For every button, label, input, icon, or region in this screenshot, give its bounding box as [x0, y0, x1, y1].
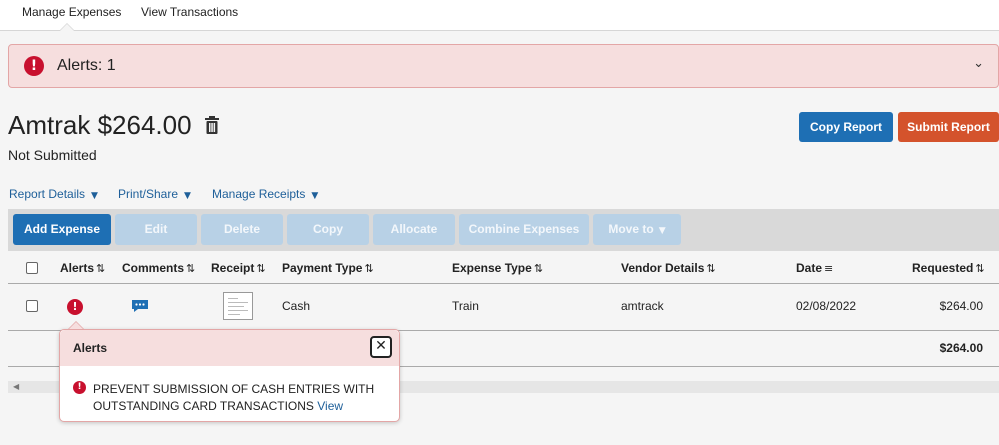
- header-label: Requested: [912, 261, 974, 275]
- expense-toolbar: Add Expense Edit Delete Copy Allocate Co…: [8, 209, 999, 251]
- chevron-down-icon: ▼: [311, 191, 319, 201]
- header-label: Date: [796, 261, 823, 275]
- tab-view-transactions[interactable]: View Transactions: [141, 5, 238, 19]
- comment-icon[interactable]: [131, 299, 149, 313]
- move-to-button[interactable]: Move to ▼: [593, 214, 681, 245]
- edit-button[interactable]: Edit: [115, 214, 197, 245]
- alerts-banner[interactable]: ! Alerts: 1 ⌄: [8, 44, 999, 88]
- alert-icon: !: [24, 56, 44, 76]
- report-title: Amtrak $264.00: [8, 110, 192, 140]
- sort-icon: ⇅: [533, 262, 544, 275]
- cell-vendor: amtrack: [621, 299, 664, 313]
- manage-receipts-label: Manage Receipts: [212, 187, 306, 201]
- popover-pointer: [68, 321, 84, 329]
- header-expense-type[interactable]: Expense Type ⇅: [452, 261, 543, 275]
- view-alert-link[interactable]: View: [317, 399, 343, 413]
- alerts-popover: Alerts ✕ ! PREVENT SUBMISSION OF CASH EN…: [59, 321, 400, 422]
- cell-expense-type: Train: [452, 299, 479, 313]
- move-to-label: Move to: [608, 222, 654, 236]
- receipt-icon[interactable]: [223, 292, 253, 320]
- cell-payment-type: Cash: [282, 299, 311, 313]
- delete-button[interactable]: Delete: [201, 214, 283, 245]
- chevron-down-icon: ▼: [91, 191, 98, 201]
- header-label: Vendor Details: [621, 261, 705, 275]
- alerts-count: Alerts: 1: [57, 57, 116, 74]
- header-receipt[interactable]: Receipt ⇅: [211, 261, 266, 275]
- header-label: Receipt: [211, 261, 255, 275]
- sort-icon: ⇅: [706, 262, 716, 275]
- sort-icon: ⇅: [96, 262, 106, 275]
- sort-icon: ⇅: [186, 262, 196, 275]
- cell-date: 02/08/2022: [796, 299, 857, 313]
- header-payment-type[interactable]: Payment Type ⇅: [282, 261, 374, 275]
- sort-icon: ⇅: [256, 262, 266, 275]
- chevron-down-icon: ▼: [184, 191, 191, 201]
- submit-report-button[interactable]: Submit Report: [898, 112, 999, 142]
- report-details-label: Report Details: [9, 187, 86, 201]
- chevron-down-icon: ▼: [658, 226, 666, 236]
- row-checkbox[interactable]: [26, 300, 38, 312]
- manage-receipts-menu[interactable]: Manage Receipts ▼: [212, 187, 318, 201]
- header-label: Comments: [122, 261, 185, 275]
- header-alerts[interactable]: Alerts ⇅: [60, 261, 105, 275]
- sort-icon: ⇅: [364, 262, 374, 275]
- select-all-checkbox[interactable]: [26, 262, 38, 274]
- cell-requested: $264.00: [939, 299, 983, 313]
- header-date[interactable]: Date ≡: [796, 261, 833, 275]
- sort-icon: ⇅: [975, 262, 985, 275]
- close-icon[interactable]: ✕: [370, 336, 392, 358]
- header-divider: [8, 283, 999, 284]
- chevron-down-icon[interactable]: ⌄: [973, 56, 984, 71]
- header-vendor-details[interactable]: Vendor Details ⇅: [621, 261, 716, 275]
- row-alert-icon[interactable]: !: [67, 299, 83, 315]
- top-nav: Manage Expenses View Transactions: [0, 0, 999, 31]
- header-label: Expense Type: [452, 261, 532, 275]
- popover-header: Alerts ✕: [60, 330, 399, 366]
- sort-icon: ≡: [824, 262, 834, 275]
- header-label: Payment Type: [282, 261, 363, 275]
- trash-icon[interactable]: [204, 115, 220, 135]
- allocate-button[interactable]: Allocate: [373, 214, 455, 245]
- add-expense-button[interactable]: Add Expense: [13, 214, 111, 245]
- copy-report-button[interactable]: Copy Report: [799, 112, 893, 142]
- scroll-left-icon[interactable]: ◀: [13, 381, 19, 393]
- combine-expenses-button[interactable]: Combine Expenses: [459, 214, 589, 245]
- report-status: Not Submitted: [8, 147, 97, 163]
- tab-manage-expenses[interactable]: Manage Expenses: [22, 5, 121, 19]
- print-share-menu[interactable]: Print/Share ▼: [118, 187, 191, 201]
- total-amount: $264.00: [939, 341, 983, 355]
- report-details-menu[interactable]: Report Details ▼: [9, 187, 98, 201]
- print-share-label: Print/Share: [118, 187, 179, 201]
- alert-icon: !: [73, 381, 86, 394]
- active-tab-indicator: [59, 23, 75, 31]
- copy-button[interactable]: Copy: [287, 214, 369, 245]
- header-comments[interactable]: Comments ⇅: [122, 261, 195, 275]
- alert-message: PREVENT SUBMISSION OF CASH ENTRIES WITH …: [93, 381, 388, 415]
- header-requested[interactable]: Requested ⇅: [912, 261, 985, 275]
- popover-title: Alerts: [73, 341, 108, 355]
- header-label: Alerts: [60, 261, 95, 275]
